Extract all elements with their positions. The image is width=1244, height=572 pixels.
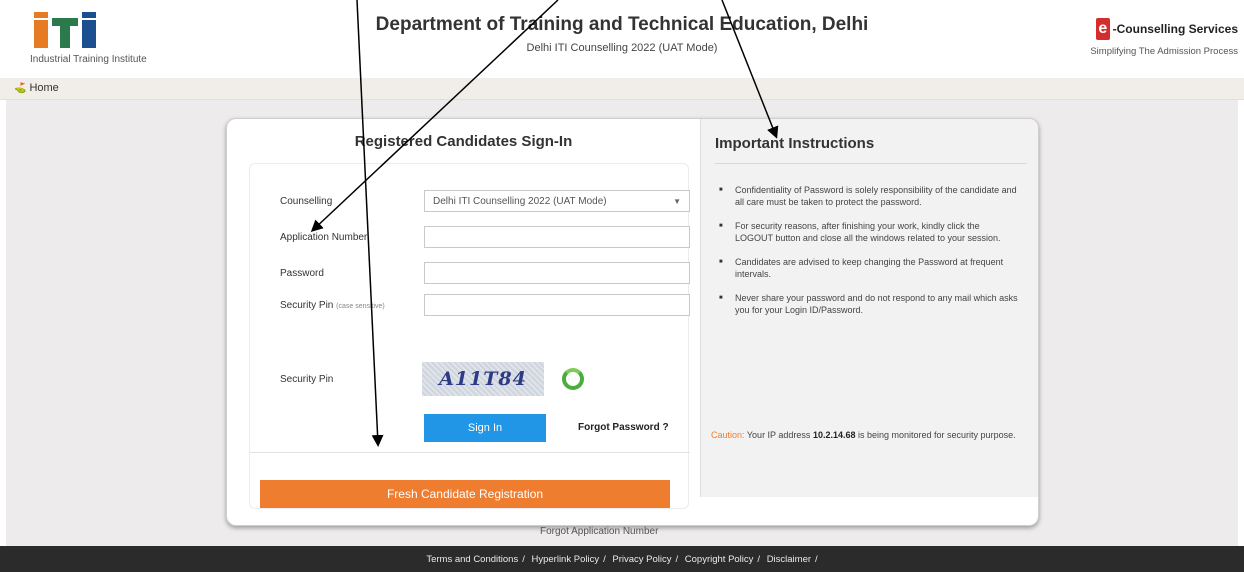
footer-link-terms[interactable]: Terms and Conditions [426,554,518,565]
password-input[interactable] [424,262,690,284]
content-area: Registered Candidates Sign-In Counsellin… [6,100,1238,546]
application-number-input[interactable] [424,226,690,248]
instructions-divider [715,163,1027,164]
instruction-item: For security reasons, after finishing yo… [719,221,1019,244]
ecounselling-logo: e -Counselling Services Simplifying The … [1078,18,1238,68]
sign-in-button[interactable]: Sign In [424,414,546,442]
counselling-select-value: Delhi ITI Counselling 2022 (UAT Mode) [433,195,607,207]
fresh-registration-button[interactable]: Fresh Candidate Registration [260,480,670,508]
application-number-label: Application Number [280,232,368,243]
security-pin-input-label: Security Pin (case sensitive) [280,300,385,311]
login-panel: Registered Candidates Sign-In Counsellin… [226,118,1039,537]
instructions-list: Confidentiality of Password is solely re… [719,185,1019,329]
page-title: Department of Training and Technical Edu… [375,14,869,35]
security-pin-input[interactable] [424,294,690,316]
ecounselling-e-icon: e [1096,18,1110,40]
caution-word: Caution: [711,430,745,440]
ip-caution-note: Caution: Your IP address 10.2.14.68 is b… [711,430,1016,440]
forgot-application-number-link[interactable]: Forgot Application Number [540,526,658,537]
captcha-image: A11T84 [422,362,544,396]
navbar: ⛳ Home [0,78,1244,100]
page: Industrial Training Institute Department… [0,0,1244,572]
chevron-down-icon: ▼ [673,196,681,206]
page-subtitle: Delhi ITI Counselling 2022 (UAT Mode) [526,42,718,54]
iti-logo-caption: Industrial Training Institute [30,54,147,65]
footer-link-privacy[interactable]: Privacy Policy [612,554,671,565]
footer-link-hyperlink[interactable]: Hyperlink Policy [532,554,600,565]
ecounselling-name: -Counselling Services [1112,22,1238,36]
case-sensitive-hint: (case sensitive) [336,303,385,310]
password-label: Password [280,268,324,279]
nav-home-label: Home [29,82,59,94]
instructions-title: Important Instructions [715,135,875,152]
nav-home-link[interactable]: ⛳ Home [14,82,59,94]
ecounselling-tagline: Simplifying The Admission Process [1090,46,1238,57]
form-divider [250,452,690,453]
footer: Terms and Conditions / Hyperlink Policy / … [0,546,1244,572]
footer-link-disclaimer[interactable]: Disclaimer [767,554,811,565]
instruction-item: Never share your password and do not res… [719,293,1019,316]
signin-form: Counselling Delhi ITI Counselling 2022 (… [249,163,690,537]
signin-title: Registered Candidates Sign-In [354,133,573,150]
refresh-captcha-icon[interactable] [562,368,584,390]
instructions-section: Important Instructions Confidentiality o… [700,119,1038,497]
home-icon: ⛳ [14,82,27,94]
footer-link-copyright[interactable]: Copyright Policy [685,554,754,565]
forgot-password-link[interactable]: Forgot Password ? [578,422,669,433]
ip-address: 10.2.14.68 [812,430,856,440]
security-pin-label: Security Pin [280,374,334,385]
counselling-select[interactable]: Delhi ITI Counselling 2022 (UAT Mode) ▼ [424,190,690,212]
instruction-item: Candidates are advised to keep changing … [719,257,1019,280]
signin-section: Registered Candidates Sign-In Counsellin… [227,119,700,537]
header: Industrial Training Institute Department… [0,0,1244,78]
instruction-item: Confidentiality of Password is solely re… [719,185,1019,208]
counselling-label: Counselling [280,196,333,207]
